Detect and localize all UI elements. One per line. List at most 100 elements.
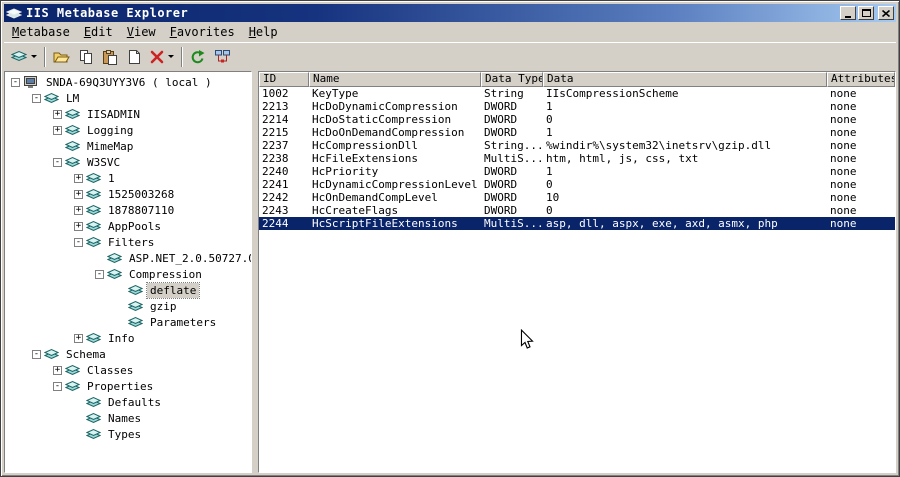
tree-item[interactable]: - Schema	[5, 346, 251, 362]
table-row[interactable]: 2240 HcPriority DWORD 1 none	[259, 165, 895, 178]
tree-item[interactable]: - Properties	[5, 378, 251, 394]
tree-item[interactable]: + Classes	[5, 362, 251, 378]
table-row[interactable]: 2244 HcScriptFileExtensions MultiS... asp, …	[259, 217, 895, 230]
cell-data-type: DWORD	[484, 165, 518, 178]
tree-item[interactable]: + AppPools	[5, 218, 251, 234]
tree-item[interactable]: Names	[5, 410, 251, 426]
cell-name: HcPriority	[312, 165, 379, 178]
expand-icon[interactable]: +	[53, 109, 62, 119]
tree-item[interactable]: + Info	[5, 330, 251, 346]
tree-item[interactable]: +1525003268	[5, 186, 251, 202]
tree-item-label: 1878807110	[108, 203, 175, 217]
cell-attributes: none	[830, 204, 857, 217]
expand-icon[interactable]: +	[53, 125, 62, 135]
tree-item[interactable]: +1	[5, 170, 251, 186]
tree-item-label: Defaults	[108, 395, 161, 409]
menu-metabase[interactable]: Metabase	[5, 23, 77, 41]
table-row[interactable]: 2215 HcDoOnDemandCompression DWORD 1 none	[259, 126, 895, 139]
tree-item[interactable]: Types	[5, 426, 251, 442]
cell-data: 1	[546, 100, 553, 113]
tree-item[interactable]: - SNDA-69Q3UYY3V6 ( local )	[5, 74, 251, 90]
expand-icon[interactable]: +	[53, 365, 62, 375]
collapse-icon[interactable]: -	[74, 237, 83, 247]
tree-item[interactable]: ASP.NET_2.0.50727.0	[5, 250, 251, 266]
refresh-button[interactable]	[186, 45, 210, 68]
new-document-button[interactable]	[122, 45, 146, 68]
open-button[interactable]	[49, 45, 74, 68]
menu-edit[interactable]: Edit	[77, 23, 120, 41]
database-icon	[86, 236, 101, 248]
cell-attributes: none	[830, 217, 857, 230]
collapse-icon[interactable]: -	[95, 269, 104, 279]
new-key-button[interactable]	[7, 45, 41, 68]
database-icon	[86, 220, 101, 232]
table-row[interactable]: 2238 HcFileExtensions MultiS... htm, html, …	[259, 152, 895, 165]
expand-icon[interactable]: +	[74, 173, 83, 183]
menu-view[interactable]: View	[120, 23, 163, 41]
table-row[interactable]: 2243 HcCreateFlags DWORD 0 none	[259, 204, 895, 217]
collapse-icon[interactable]: -	[32, 93, 41, 103]
tree-item[interactable]: + IISADMIN	[5, 106, 251, 122]
tree-item[interactable]: - Filters	[5, 234, 251, 250]
expand-icon[interactable]: +	[74, 205, 83, 215]
tree-item[interactable]: gzip	[5, 298, 251, 314]
cell-data: asp, dll, aspx, exe, axd, asmx, php	[546, 217, 778, 230]
cell-id: 2214	[262, 113, 289, 126]
connect-network-button[interactable]	[210, 45, 235, 68]
collapse-icon[interactable]: -	[11, 77, 20, 87]
tree-item[interactable]: deflate	[5, 281, 251, 299]
tree-item-label: Classes	[87, 363, 134, 377]
database-icon	[86, 188, 101, 200]
cell-id: 2241	[262, 178, 289, 191]
expand-icon[interactable]: +	[74, 333, 83, 343]
tree-item-label: Types	[108, 427, 142, 441]
tree-item[interactable]: +1878807110	[5, 202, 251, 218]
menu-help[interactable]: Help	[242, 23, 285, 41]
table-row[interactable]: 2213 HcDoDynamicCompression DWORD 1 none	[259, 100, 895, 113]
table-row[interactable]: 2237 HcCompressionDll String... %windir%\sy…	[259, 139, 895, 152]
collapse-icon[interactable]: -	[53, 381, 62, 391]
column-header-data-type[interactable]: Data Type	[481, 72, 543, 87]
column-header-name[interactable]: Name	[309, 72, 481, 87]
tree-item[interactable]: - W3SVC	[5, 154, 251, 170]
list-pane[interactable]: ID Name Data Type Data Attributes 1002 KeyTyp…	[258, 71, 896, 473]
paste-button[interactable]	[98, 45, 122, 68]
cell-name: HcScriptFileExtensions	[312, 217, 458, 230]
cell-name: HcDynamicCompressionLevel	[312, 178, 478, 191]
tree-item[interactable]: MimeMap	[5, 138, 251, 154]
tree-item[interactable]: - Compression	[5, 266, 251, 282]
expand-icon[interactable]: +	[74, 189, 83, 199]
paste-icon	[102, 49, 118, 65]
column-header-data[interactable]: Data	[543, 72, 827, 87]
tree-item[interactable]: Parameters	[5, 314, 251, 330]
maximize-button[interactable]	[858, 6, 874, 20]
tree-item[interactable]: Defaults	[5, 394, 251, 410]
menu-favorites[interactable]: Favorites	[163, 23, 242, 41]
column-header-id[interactable]: ID	[259, 72, 309, 87]
list-body[interactable]: 1002 KeyType String IIsCompressionScheme non…	[259, 87, 895, 472]
database-icon	[128, 316, 143, 328]
titlebar[interactable]: IIS Metabase Explorer	[4, 4, 896, 22]
database-icon	[128, 300, 143, 312]
table-row[interactable]: 2241 HcDynamicCompressionLevel DWORD 0 none	[259, 178, 895, 191]
collapse-icon[interactable]: -	[32, 349, 41, 359]
tree-item[interactable]: - LM	[5, 90, 251, 106]
minimize-button[interactable]	[840, 6, 856, 20]
list-header: ID Name Data Type Data Attributes	[259, 72, 895, 87]
table-row[interactable]: 2214 HcDoStaticCompression DWORD 0 none	[259, 113, 895, 126]
tree-item-label: deflate	[145, 281, 201, 299]
cell-data-type: DWORD	[484, 113, 518, 126]
expand-icon[interactable]: +	[74, 221, 83, 231]
collapse-icon[interactable]: -	[53, 157, 62, 167]
close-button[interactable]	[878, 6, 894, 20]
column-header-attributes[interactable]: Attributes	[827, 72, 895, 87]
toolbar	[4, 42, 896, 70]
table-row[interactable]: 1002 KeyType String IIsCompressionScheme non…	[259, 87, 895, 100]
copy-button[interactable]	[74, 45, 98, 68]
delete-button[interactable]	[146, 45, 178, 68]
cell-id: 2240	[262, 165, 289, 178]
table-row[interactable]: 2242 HcOnDemandCompLevel DWORD 10 none	[259, 191, 895, 204]
tree-pane[interactable]: - SNDA-69Q3UYY3V6 ( local ) - LM + IISADMIN + L…	[4, 71, 252, 473]
cell-name: HcDoDynamicCompression	[312, 100, 458, 113]
tree-item[interactable]: + Logging	[5, 122, 251, 138]
